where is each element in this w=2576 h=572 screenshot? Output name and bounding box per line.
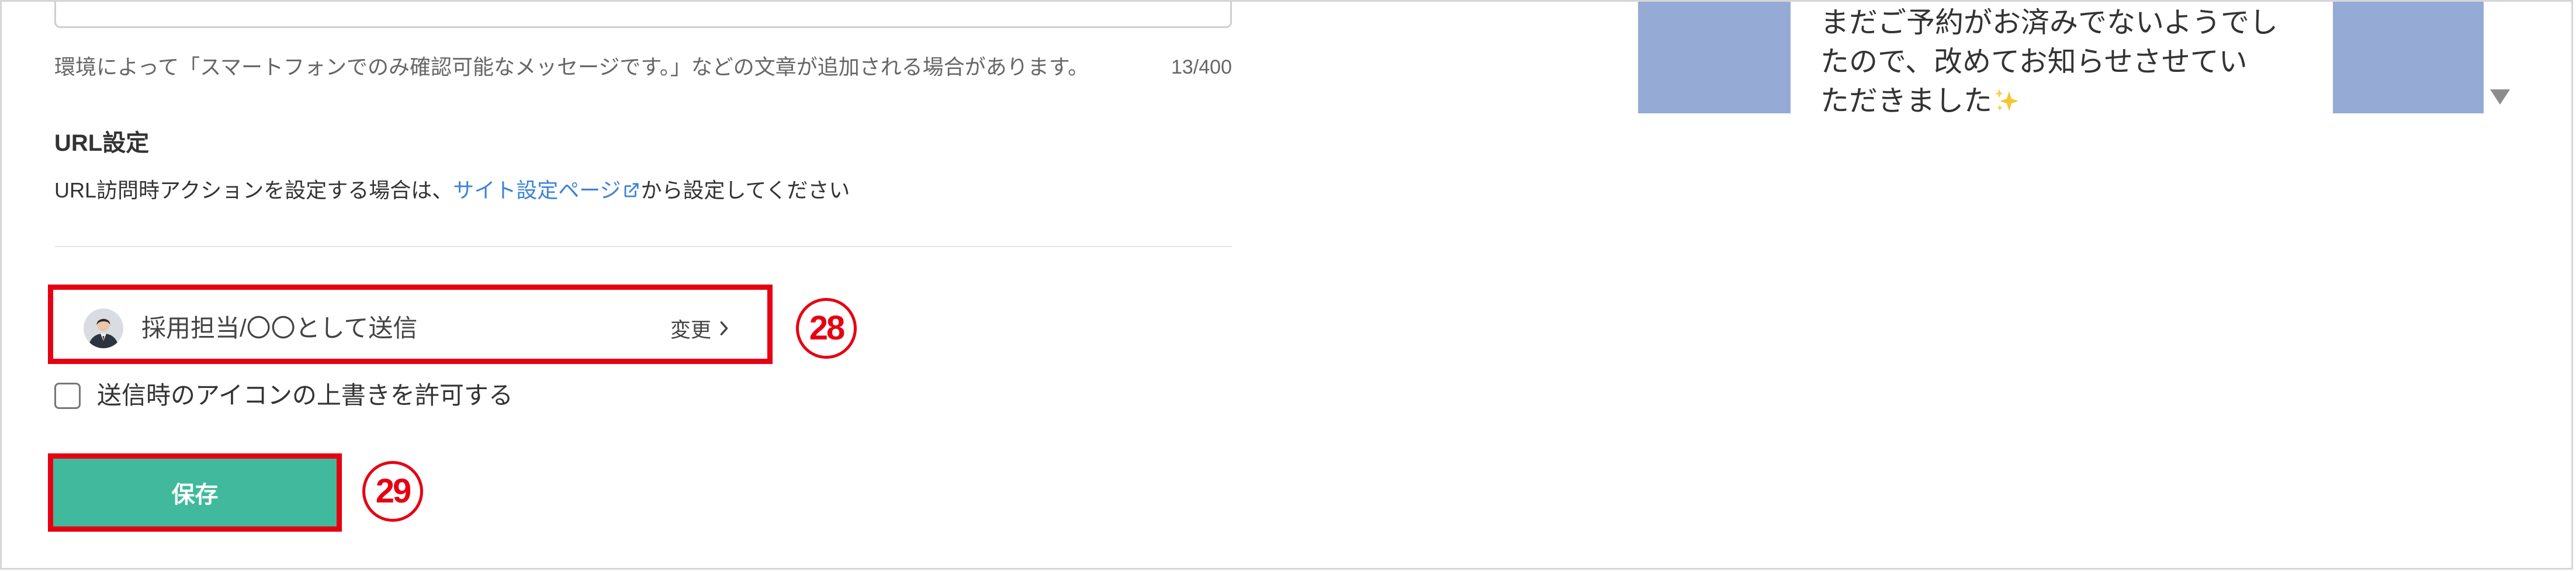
- sparkles-icon: [1995, 89, 2019, 111]
- person-avatar-icon: [84, 308, 123, 348]
- preview-message-line-3-text: ただきました: [1820, 85, 1993, 117]
- settings-page: 環境によって「スマートフォンでのみ確認可能なメッセージです。」などの文章が追加さ…: [0, 0, 2573, 570]
- preview-message-line-2: たので、改めてお知らせさせてい: [1820, 46, 2248, 78]
- save-button[interactable]: 保存: [53, 459, 337, 526]
- section-divider: [54, 246, 1232, 247]
- site-settings-link-label: サイト設定ページ: [453, 178, 621, 202]
- change-label: 変更: [670, 318, 712, 342]
- url-settings-description: URL訪問時アクションを設定する場合は、サイト設定ページ から設定してください: [54, 176, 850, 204]
- callout-number-28: 28: [796, 298, 857, 359]
- preview-message-line-1: まだご予約がお済みでないようでし: [1820, 7, 2279, 39]
- url-settings-description-suffix: から設定してください: [640, 178, 850, 202]
- override-icon-checkbox[interactable]: [54, 383, 81, 409]
- sender-name: 採用担当/〇〇として送信: [141, 314, 418, 342]
- message-preview: まだご予約がお済みでないようでし たので、改めてお知らせさせてい ただきました: [1638, 2, 2515, 117]
- save-highlight-box: 保存: [48, 453, 342, 532]
- preview-message-line-3: ただきました: [1820, 82, 2323, 121]
- caret-down-icon[interactable]: [2490, 89, 2510, 105]
- sender-highlight-box: 採用担当/〇〇として送信 変更: [48, 285, 773, 364]
- url-settings-heading: URL設定: [54, 130, 150, 156]
- avatar: [84, 308, 123, 348]
- chevron-right-icon: [720, 321, 728, 335]
- external-link-icon: [624, 183, 639, 197]
- message-textarea[interactable]: [54, 2, 1232, 28]
- site-settings-link[interactable]: サイト設定ページ: [453, 178, 640, 202]
- url-settings-description-prefix: URL訪問時アクションを設定する場合は、: [54, 178, 453, 202]
- sender-selector[interactable]: 採用担当/〇〇として送信 変更: [53, 290, 767, 359]
- preview-message-text: まだご予約がお済みでないようでし たので、改めてお知らせさせてい ただきました: [1820, 4, 2323, 121]
- character-count: 13/400: [1171, 56, 1232, 78]
- override-icon-checkbox-label[interactable]: 送信時のアイコンの上書きを許可する: [97, 379, 513, 412]
- preview-image-right: [2333, 2, 2484, 113]
- message-helper-text: 環境によって「スマートフォンでのみ確認可能なメッセージです。」などの文章が追加さ…: [54, 55, 1089, 79]
- preview-image-left: [1638, 2, 1791, 113]
- callout-number-29: 29: [362, 461, 423, 522]
- change-sender-link[interactable]: 変更: [670, 311, 729, 346]
